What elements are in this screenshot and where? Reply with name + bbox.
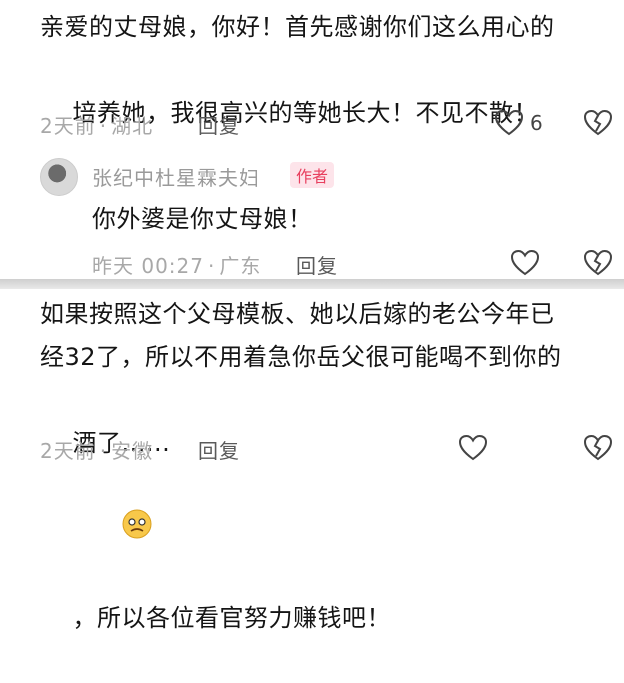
reply-button[interactable]: 回复 <box>198 435 240 464</box>
reply-text: 你外婆是你丈母娘！ <box>92 205 313 233</box>
comment-location: 广东 <box>219 254 262 278</box>
comment-meta: 昨天 00:27 · 广东 <box>92 254 262 278</box>
broken-heart-icon[interactable] <box>583 109 613 137</box>
comment-text-segment: ，所以各位看官努力赚钱吧！ <box>72 604 392 632</box>
avatar[interactable] <box>40 158 78 196</box>
comment-item: 亲爱的丈母娘，你好！首先感谢你们这么用心的 培养她，我很高兴的等她长大！不见不散… <box>0 0 624 210</box>
reply-button[interactable]: 回复 <box>198 110 240 139</box>
heart-icon[interactable] <box>458 434 488 462</box>
comment-item: 如果按照这个父母模板、她以后嫁的老公今年已 经32了，所以不用着急你岳父很可能喝… <box>0 289 624 632</box>
comment-location: 湖北 <box>111 114 154 138</box>
nervous-face-emoji-icon <box>73 465 154 597</box>
heart-icon[interactable] <box>510 249 540 277</box>
comment-time: 昨天 00:27 <box>92 254 204 278</box>
reply-comment-item: 张纪中杜星霖夫妇 作者 你外婆是你丈母娘！ 昨天 00:27 · 广东 回复 <box>0 146 624 279</box>
comment-meta: 2天前 · 安徽 <box>40 439 154 463</box>
broken-heart-icon[interactable] <box>583 434 613 462</box>
broken-heart-icon[interactable] <box>583 249 613 277</box>
comment-meta: 2天前 · 湖北 <box>40 114 154 138</box>
replier-name[interactable]: 张纪中杜星霖夫妇 <box>92 162 260 191</box>
heart-icon[interactable] <box>494 109 524 137</box>
section-divider <box>0 279 624 289</box>
like-count: 6 <box>530 111 543 135</box>
comment-time: 2天前 <box>40 439 96 463</box>
comment-text-line: 亲爱的丈母娘，你好！首先感谢你们这么用心的 <box>40 13 555 41</box>
author-badge: 作者 <box>290 162 335 188</box>
comment-text-line: 如果按照这个父母模板、她以后嫁的老公今年已 <box>40 300 555 328</box>
comment-time: 2天前 <box>40 114 96 138</box>
comment-location: 安徽 <box>111 439 154 463</box>
comment-text-line: 经32了，所以不用着急你岳父很可能喝不到你的 <box>40 343 562 371</box>
comment-text-line: 酒了...... ，所以各位看官努力赚钱吧！ <box>40 379 391 683</box>
reply-button[interactable]: 回复 <box>296 250 338 279</box>
